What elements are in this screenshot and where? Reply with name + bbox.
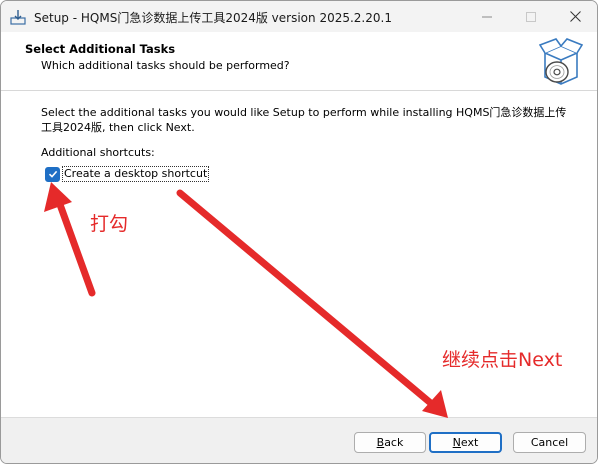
back-button[interactable]: Back bbox=[354, 432, 426, 453]
page-title: Select Additional Tasks bbox=[25, 42, 176, 56]
close-icon bbox=[569, 11, 581, 22]
maximize-button[interactable] bbox=[509, 1, 553, 32]
installer-box-disc-icon bbox=[538, 37, 584, 89]
wizard-footer: Back Next Cancel bbox=[1, 418, 597, 463]
shortcuts-group-label: Additional shortcuts: bbox=[41, 146, 155, 159]
next-annotation: 继续点击Next bbox=[442, 349, 563, 371]
next-button[interactable]: Next bbox=[429, 432, 502, 453]
check-annotation: 打勾 bbox=[90, 213, 129, 235]
title-bar[interactable]: Setup - HQMS门急诊数据上传工具2024版 version 2025.… bbox=[1, 1, 597, 32]
window-title: Setup - HQMS门急诊数据上传工具2024版 version 2025.… bbox=[34, 11, 392, 25]
minimize-button[interactable] bbox=[465, 1, 509, 32]
desktop-shortcut-checkbox[interactable] bbox=[45, 167, 60, 182]
header-divider bbox=[1, 90, 597, 91]
maximize-icon bbox=[526, 11, 536, 22]
task-description: Select the additional tasks you would li… bbox=[41, 106, 567, 134]
close-button[interactable] bbox=[553, 1, 597, 32]
minimize-icon bbox=[482, 12, 492, 22]
desktop-shortcut-label[interactable]: Create a desktop shortcut bbox=[62, 166, 210, 182]
checkmark-icon bbox=[48, 168, 58, 182]
wizard-header: Select Additional Tasks Which additional… bbox=[1, 32, 597, 90]
cancel-button[interactable]: Cancel bbox=[513, 432, 586, 453]
page-subtitle: Which additional tasks should be perform… bbox=[41, 59, 290, 72]
setup-app-icon bbox=[10, 9, 26, 25]
